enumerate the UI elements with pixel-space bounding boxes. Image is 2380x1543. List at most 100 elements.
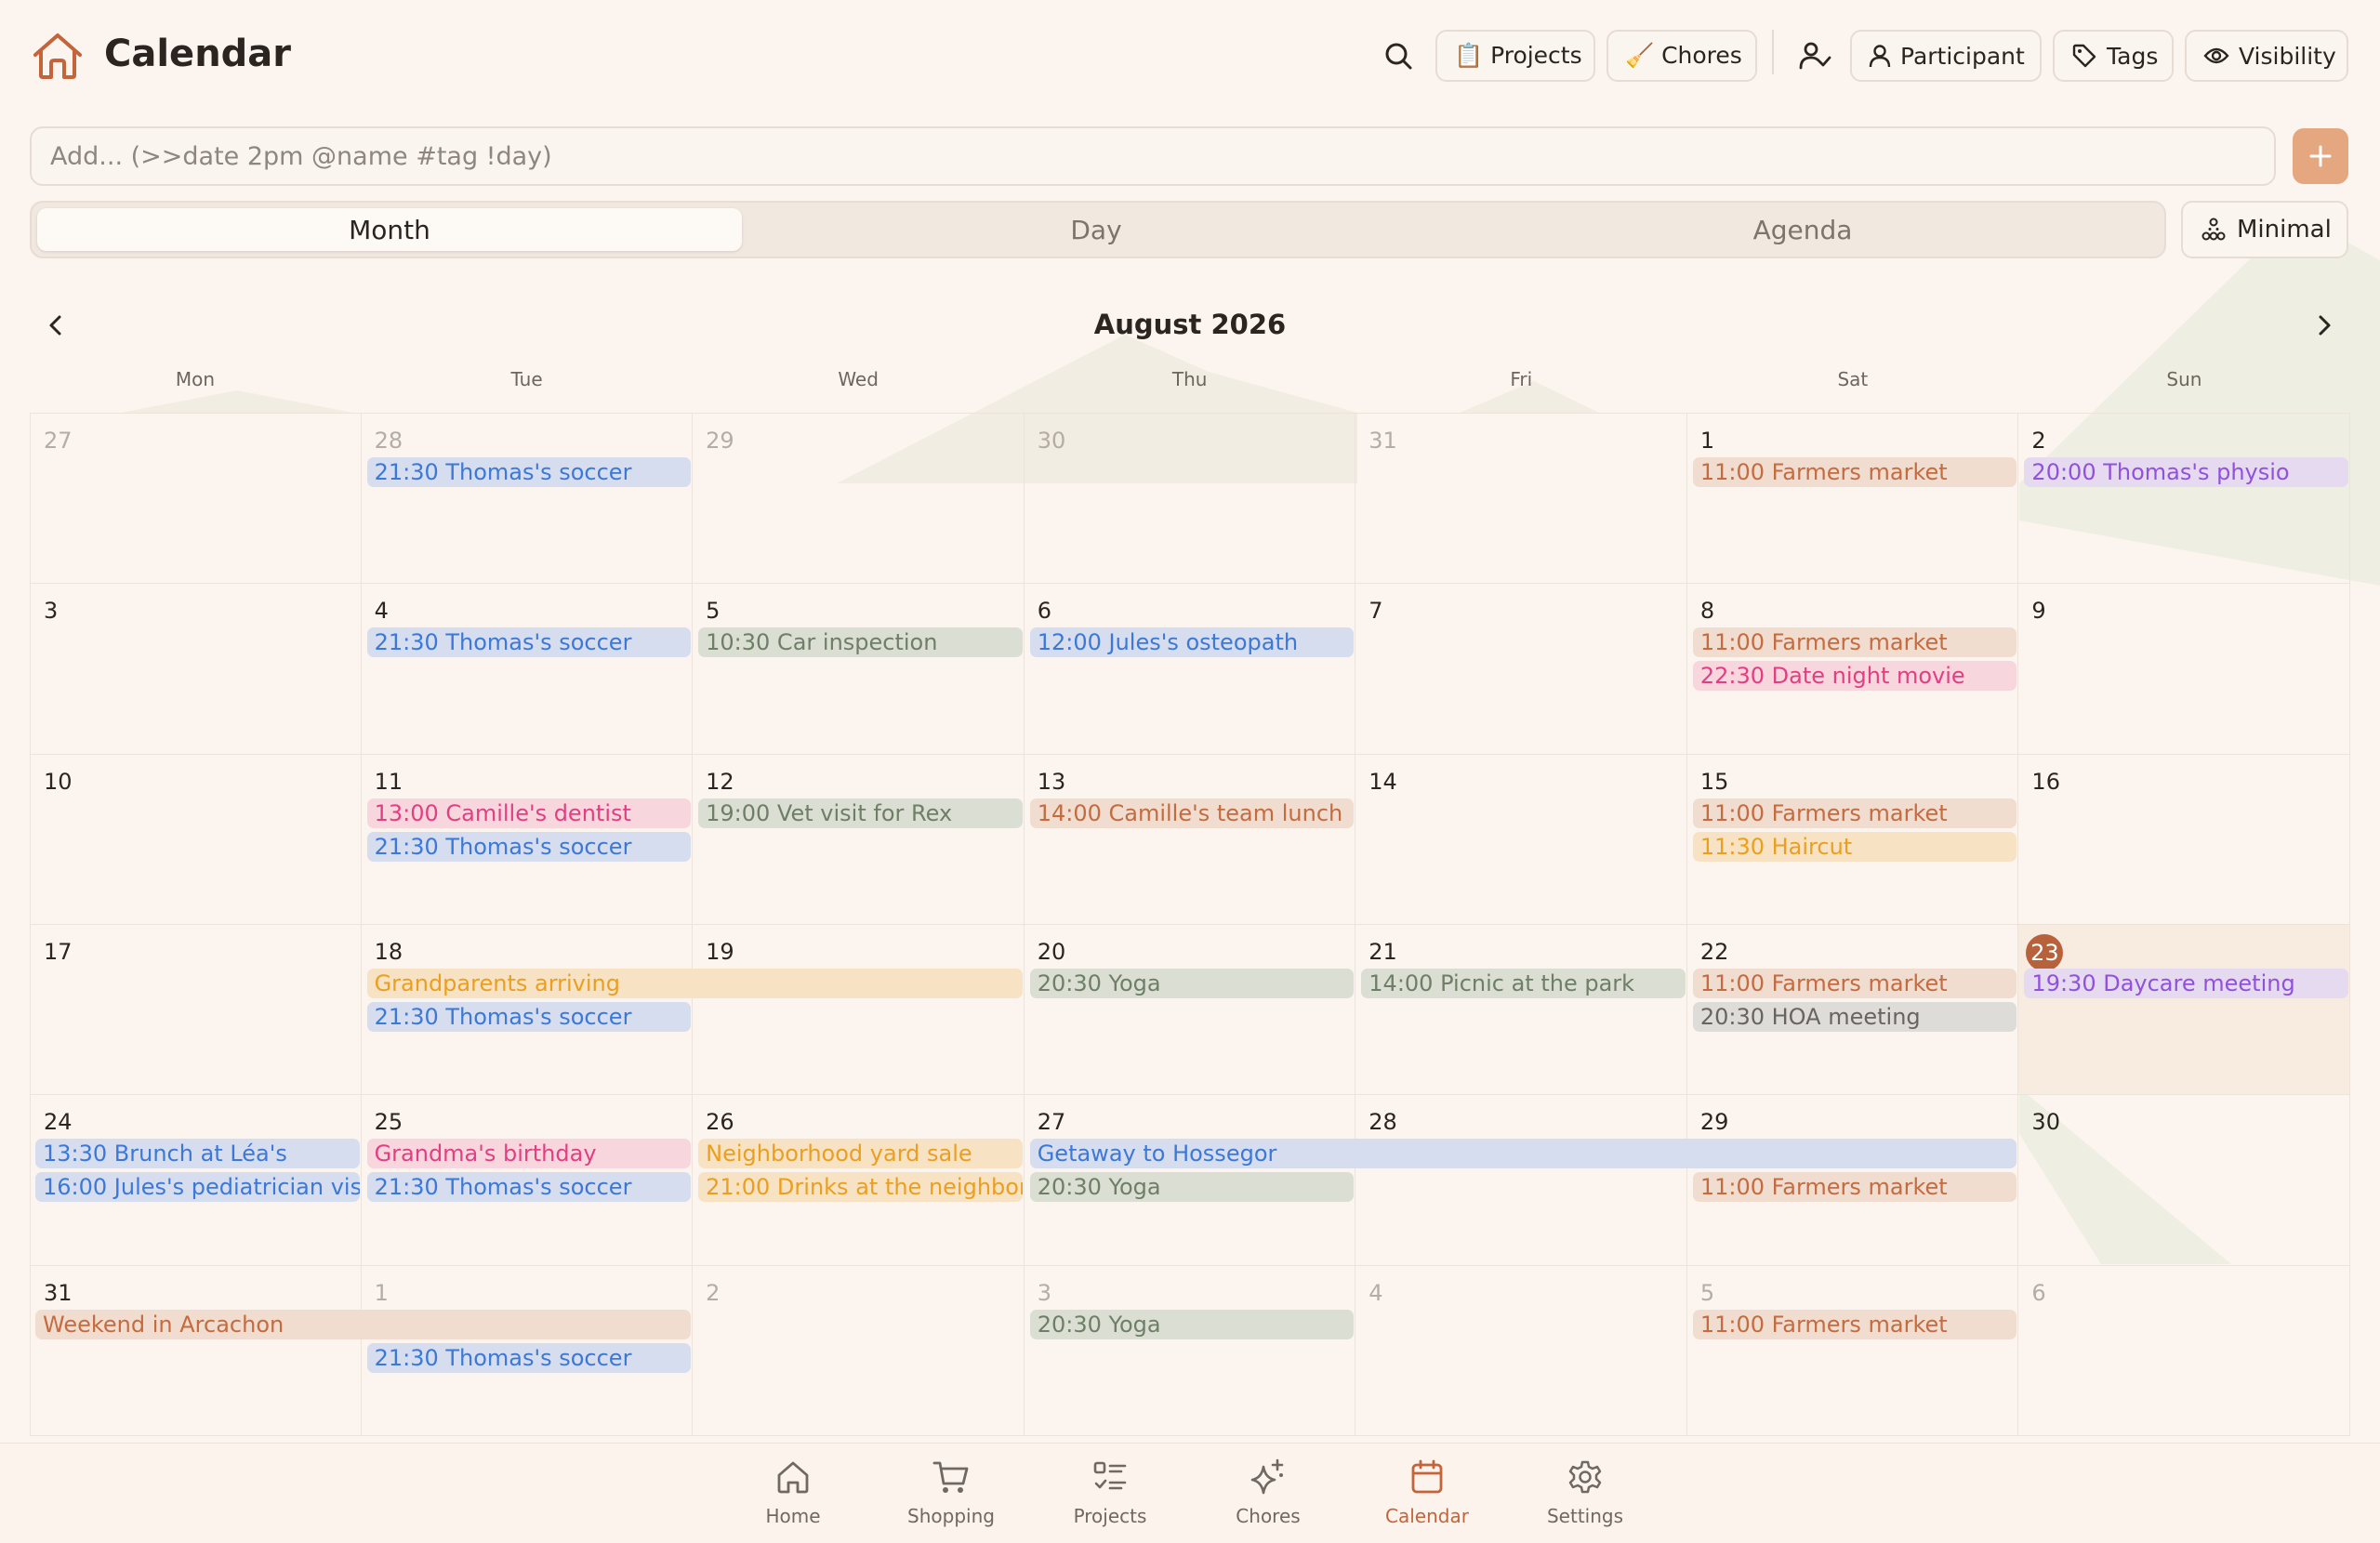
day-cell[interactable]: 31 xyxy=(1355,414,1687,585)
assigned-to-me-button[interactable] xyxy=(1794,35,1835,76)
day-cell[interactable]: 30 xyxy=(2018,1095,2350,1266)
calendar-event[interactable]: 22:30 Date night movie xyxy=(1692,661,2017,692)
chores-filter-button[interactable]: 🧹 Chores xyxy=(1606,30,1757,82)
calendar-event[interactable]: 21:00 Drinks at the neighbors' xyxy=(698,1172,1023,1203)
day-cell[interactable]: 23 xyxy=(2018,925,2350,1096)
user-icon xyxy=(1869,44,1891,68)
calendar-event[interactable]: 11:30 Haircut xyxy=(1692,831,2017,862)
calendar-event[interactable]: 21:30 Thomas's soccer xyxy=(366,1342,692,1373)
quick-add-input[interactable] xyxy=(30,126,2276,186)
calendar-event[interactable]: 13:30 Brunch at Léa's xyxy=(35,1139,360,1169)
day-cell[interactable]: 2 xyxy=(693,1265,1025,1436)
day-cell[interactable]: 31 xyxy=(30,1265,362,1436)
calendar-event[interactable]: 20:30 HOA meeting xyxy=(1692,1002,2017,1032)
day-cell[interactable]: 1 xyxy=(1686,414,2019,585)
day-cell[interactable]: 19 xyxy=(693,925,1025,1096)
calendar-event[interactable]: 20:00 Thomas's physio xyxy=(2024,457,2348,487)
calendar-event[interactable]: 21:30 Thomas's soccer xyxy=(366,627,692,658)
day-cell[interactable]: 13 xyxy=(1024,754,1356,925)
nav-item-settings[interactable]: Settings xyxy=(1520,1457,1650,1527)
day-cell[interactable]: 27 xyxy=(30,414,362,585)
day-number: 18 xyxy=(374,939,403,965)
day-cell[interactable]: 28 xyxy=(1355,1095,1687,1266)
calendar-event[interactable]: 13:00 Camille's dentist xyxy=(366,798,692,828)
day-cell[interactable]: 6 xyxy=(2018,1265,2350,1436)
calendar-event[interactable]: 21:30 Thomas's soccer xyxy=(366,831,692,862)
day-cell[interactable]: 2 xyxy=(2018,414,2350,585)
day-number: 31 xyxy=(44,1279,73,1306)
calendar-event[interactable]: 20:30 Yoga xyxy=(1029,969,1355,998)
day-cell[interactable]: 21 xyxy=(1355,925,1687,1096)
day-cell[interactable]: 7 xyxy=(1355,584,1687,755)
calendar-event[interactable]: Getaway to Hossegor xyxy=(1029,1139,2017,1169)
calendar-event[interactable]: 14:00 Picnic at the park xyxy=(1361,969,1686,998)
tags-filter-button[interactable]: Tags xyxy=(2053,30,2174,82)
calendar-event[interactable]: 20:30 Yoga xyxy=(1029,1172,1355,1203)
calendar-event[interactable]: Grandma's birthday xyxy=(366,1139,692,1169)
nav-item-shopping[interactable]: Shopping xyxy=(886,1457,1016,1527)
day-number: 20 xyxy=(1037,939,1066,965)
tab-day[interactable]: Day xyxy=(744,208,1448,251)
calendar-event[interactable]: 21:30 Thomas's soccer xyxy=(366,457,692,487)
calendar-event[interactable]: 11:00 Farmers market xyxy=(1692,1172,2017,1203)
next-month-button[interactable] xyxy=(2306,307,2343,344)
day-cell[interactable]: 29 xyxy=(693,414,1025,585)
calendar-event[interactable]: 14:00 Camille's team lunch xyxy=(1029,798,1355,828)
calendar-event[interactable]: 20:30 Yoga xyxy=(1029,1309,1355,1339)
calendar-event[interactable]: 16:00 Jules's pediatrician visit xyxy=(35,1172,360,1203)
calendar-event[interactable]: 10:30 Car inspection xyxy=(698,627,1023,658)
calendar-event[interactable]: 12:00 Jules's osteopath xyxy=(1029,627,1355,658)
calendar-event[interactable]: 11:00 Farmers market xyxy=(1692,969,2017,998)
day-cell[interactable]: 9 xyxy=(2018,584,2350,755)
nav-label: Home xyxy=(765,1505,821,1527)
projects-filter-button[interactable]: 📋 Projects xyxy=(1435,30,1595,82)
search-icon xyxy=(1385,43,1412,70)
calendar-event[interactable]: 11:00 Farmers market xyxy=(1692,798,2017,828)
day-cell[interactable]: 28 xyxy=(361,414,694,585)
day-cell[interactable]: 14 xyxy=(1355,754,1687,925)
visibility-filter-button[interactable]: Visibility xyxy=(2185,30,2348,82)
day-cell[interactable]: 20 xyxy=(1024,925,1356,1096)
month-title: August 2026 xyxy=(1093,309,1287,340)
add-button[interactable] xyxy=(2293,128,2348,184)
day-cell[interactable]: 5 xyxy=(693,584,1025,755)
calendar-event[interactable]: Grandparents arriving xyxy=(366,969,1023,998)
calendar-event[interactable]: Weekend in Arcachon xyxy=(35,1309,692,1339)
day-number: 1 xyxy=(1699,428,1715,454)
minimal-button-label: Minimal xyxy=(2237,216,2332,244)
calendar-event[interactable]: 21:30 Thomas's soccer xyxy=(366,1172,692,1203)
day-number: 4 xyxy=(374,598,389,625)
participant-filter-button[interactable]: Participant xyxy=(1850,30,2042,82)
projects-button-label: 📋 Projects xyxy=(1454,42,1582,69)
day-cell[interactable]: 12 xyxy=(693,754,1025,925)
minimal-view-button[interactable]: Minimal xyxy=(2181,201,2348,258)
nav-item-home[interactable]: Home xyxy=(728,1457,858,1527)
nav-label: Settings xyxy=(1546,1505,1624,1527)
tab-agenda[interactable]: Agenda xyxy=(1450,208,2155,251)
day-cell[interactable]: 4 xyxy=(361,584,694,755)
nav-item-projects[interactable]: Projects xyxy=(1045,1457,1175,1527)
day-cell[interactable]: 10 xyxy=(30,754,362,925)
day-cell[interactable]: 3 xyxy=(30,584,362,755)
calendar-event[interactable]: 21:30 Thomas's soccer xyxy=(366,1002,692,1032)
day-number: 7 xyxy=(1368,598,1383,625)
day-cell[interactable]: 5 xyxy=(1686,1265,2019,1436)
calendar-event[interactable]: 19:00 Vet visit for Rex xyxy=(698,798,1023,828)
day-cell[interactable]: 16 xyxy=(2018,754,2350,925)
day-cell[interactable]: 4 xyxy=(1355,1265,1687,1436)
day-cell[interactable]: 6 xyxy=(1024,584,1356,755)
calendar-event[interactable]: 11:00 Farmers market xyxy=(1692,1309,2017,1339)
nav-item-chores[interactable]: Chores xyxy=(1203,1457,1333,1527)
nav-item-calendar[interactable]: Calendar xyxy=(1362,1457,1492,1527)
calendar-event[interactable]: 11:00 Farmers market xyxy=(1692,457,2017,487)
calendar-event[interactable]: Neighborhood yard sale xyxy=(698,1139,1023,1169)
day-cell[interactable]: 17 xyxy=(30,925,362,1096)
previous-month-button[interactable] xyxy=(37,307,74,344)
calendar-event[interactable]: 11:00 Farmers market xyxy=(1692,627,2017,658)
day-cell[interactable]: 30 xyxy=(1024,414,1356,585)
day-number: 8 xyxy=(1699,598,1715,625)
tab-month[interactable]: Month xyxy=(37,208,742,251)
search-button[interactable] xyxy=(1380,37,1417,74)
calendar-event[interactable]: 19:30 Daycare meeting xyxy=(2024,969,2348,998)
day-cell[interactable]: 3 xyxy=(1024,1265,1356,1436)
